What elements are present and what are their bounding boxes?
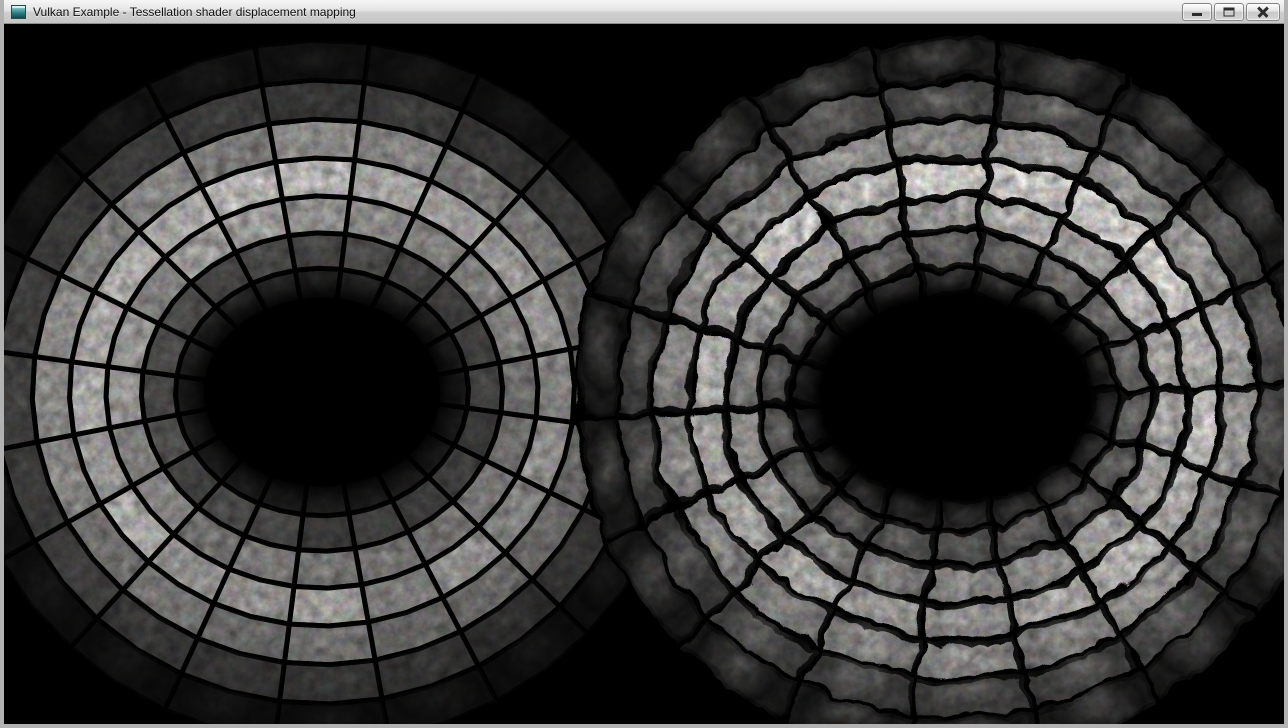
maximize-icon (1224, 8, 1235, 17)
titlebar[interactable]: Vulkan Example - Tessellation shader dis… (4, 0, 1284, 24)
scene-canvas (4, 24, 1284, 724)
minimize-icon (1192, 13, 1202, 16)
render-viewport[interactable] (4, 24, 1284, 724)
app-window: Vulkan Example - Tessellation shader dis… (0, 0, 1288, 728)
close-button[interactable] (1246, 3, 1280, 21)
app-icon (11, 5, 26, 19)
maximize-button[interactable] (1214, 3, 1244, 21)
torus-no-displacement-hole (174, 274, 471, 510)
torus-with-displacement-hole (780, 268, 1123, 524)
close-icon (1247, 4, 1279, 20)
window-title: Vulkan Example - Tessellation shader dis… (33, 5, 356, 19)
window-controls (1182, 2, 1280, 21)
minimize-button[interactable] (1182, 3, 1212, 21)
